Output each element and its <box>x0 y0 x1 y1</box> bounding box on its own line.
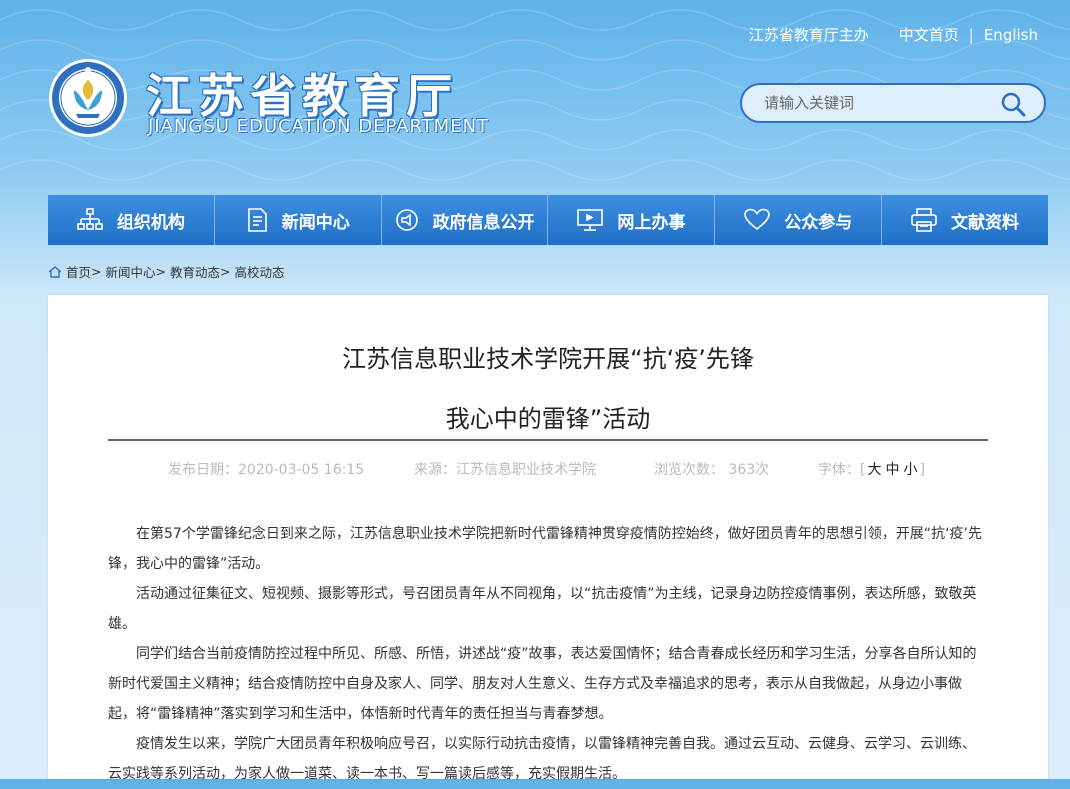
nav-item-online-services[interactable]: 网上办事 <box>548 195 716 245</box>
document-icon <box>247 208 267 232</box>
publish-date: 发布日期：2020-03-05 16:15 <box>168 462 365 478</box>
view-count: 浏览次数： 363次 <box>654 462 770 478</box>
nav-item-organization[interactable]: 组织机构 <box>48 195 215 245</box>
breadcrumb-news[interactable]: 新闻中心 <box>105 262 155 281</box>
nav-item-documents[interactable]: 文献资料 <box>882 195 1048 245</box>
home-link[interactable]: 中文首页 <box>899 24 959 45</box>
nav-item-public-participation[interactable]: 公众参与 <box>715 195 883 245</box>
top-links: 江苏省教育厅主办 中文首页 | English <box>749 24 1038 45</box>
home-icon <box>48 265 62 278</box>
font-size-close: ] <box>919 462 925 478</box>
article-paragraph: 同学们结合当前疫情防控过程中所见、所感、所悟，讲述战“疫”故事，表达爱国情怀；结… <box>108 646 977 722</box>
article-body: 在第57个学雷锋纪念日到来之际，江苏信息职业技术学院把新时代雷锋精神贯穿疫情防控… <box>108 519 988 789</box>
site-subtitle: JIANGSU EDUCATION DEPARTMENT <box>148 116 490 137</box>
article-panel: 江苏信息职业技术学院开展“抗‘疫’先锋 我心中的雷锋”活动 发布日期：2020-… <box>48 295 1048 782</box>
main-nav: 组织机构 新闻中心 政府信息公开 网上办事 公众参与 文献资料 <box>48 195 1048 245</box>
breadcrumb-sep: > <box>219 264 231 279</box>
org-chart-icon <box>77 208 103 230</box>
font-size-switcher: 字体：[大中小] <box>818 459 925 479</box>
article-paragraph: 疫情发生以来，学院广大团员青年积极响应号召，以实际行动抗击疫情，以雷锋精神完善自… <box>108 736 976 782</box>
nav-label: 组织机构 <box>116 212 185 233</box>
search-box <box>740 83 1046 123</box>
article-paragraph: 在第57个学雷锋纪念日到来之际，江苏信息职业技术学院把新时代雷锋精神贯穿疫情防控… <box>108 526 982 572</box>
article-source: 来源：江苏信息职业技术学院 <box>414 462 596 478</box>
nav-item-gov-info[interactable]: 政府信息公开 <box>381 195 549 245</box>
host-text: 江苏省教育厅主办 <box>748 26 869 44</box>
article-title-line2: 我心中的雷锋”活动 <box>445 405 651 433</box>
font-size-label: 字体：[ <box>818 462 866 478</box>
article-title-line1: 江苏信息职业技术学院开展“抗‘疫’先锋 <box>342 345 754 373</box>
nav-label: 网上办事 <box>617 212 686 233</box>
breadcrumb-home[interactable]: 首页 <box>66 262 91 281</box>
breadcrumb-college-news[interactable]: 高校动态 <box>234 262 284 281</box>
article-paragraph: 活动通过征集征文、短视频、摄影等形式，号召团员青年从不同视角，以“抗击疫情”为主… <box>108 586 977 632</box>
font-medium-button[interactable]: 中 <box>885 462 899 478</box>
search-input[interactable] <box>762 93 996 113</box>
megaphone-icon <box>395 209 418 231</box>
nav-label: 公众参与 <box>784 212 853 233</box>
title-divider <box>108 439 988 441</box>
heart-icon <box>744 208 771 231</box>
breadcrumb-edu-news[interactable]: 教育动态 <box>170 262 220 281</box>
nav-label: 新闻中心 <box>281 212 350 233</box>
link-separator: | <box>968 25 974 44</box>
font-small-button[interactable]: 小 <box>903 462 917 478</box>
english-link[interactable]: English <box>984 26 1038 44</box>
breadcrumb-sep: > <box>155 264 166 279</box>
education-emblem-icon[interactable] <box>48 58 128 138</box>
breadcrumb: 首页 > 新闻中心 > 教育动态 > 高校动态 <box>48 262 284 281</box>
printer-icon <box>911 208 937 232</box>
search-icon[interactable] <box>1000 91 1026 117</box>
monitor-icon <box>577 209 604 231</box>
nav-label: 政府信息公开 <box>432 212 535 233</box>
nav-label: 文献资料 <box>951 212 1020 233</box>
font-large-button[interactable]: 大 <box>867 462 881 478</box>
nav-item-news[interactable]: 新闻中心 <box>214 195 382 245</box>
breadcrumb-sep: > <box>91 264 102 279</box>
